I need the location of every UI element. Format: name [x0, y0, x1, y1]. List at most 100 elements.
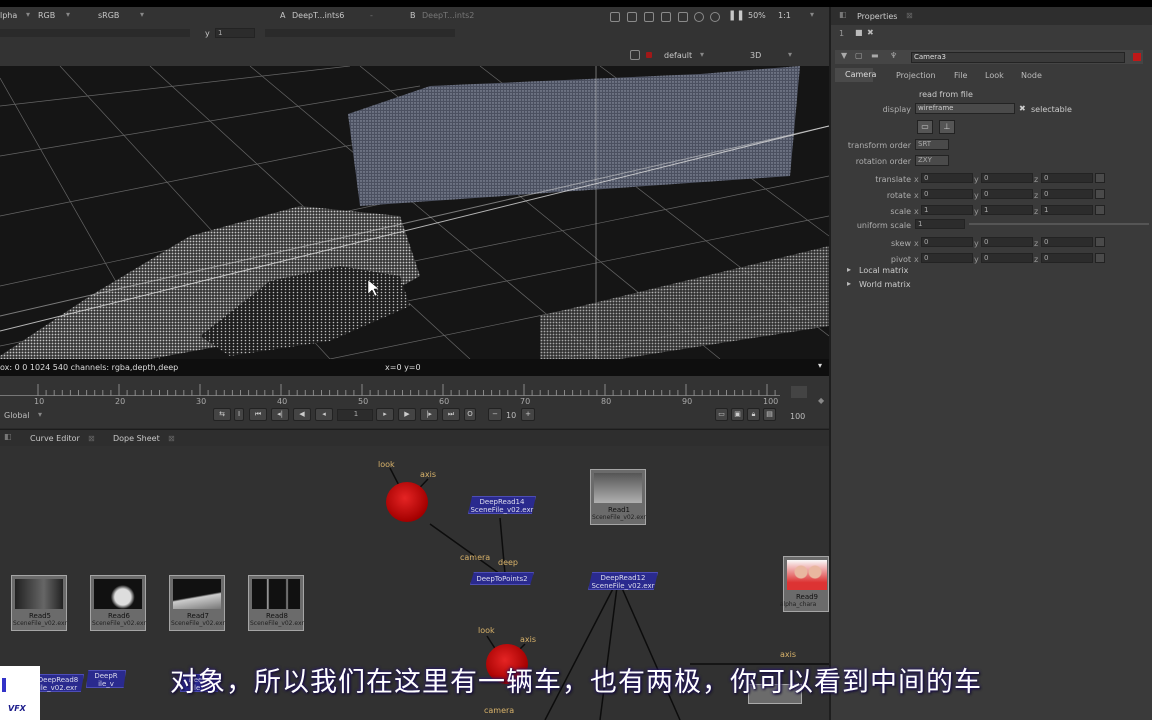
animation-menu-icon[interactable] [1095, 205, 1105, 215]
play-forward-button[interactable]: ▶ [398, 408, 416, 421]
list-icon[interactable] [678, 12, 688, 22]
camera-node[interactable] [386, 482, 428, 522]
tab-node[interactable]: Node [1021, 71, 1042, 80]
expand-icon[interactable]: ▸ [847, 279, 851, 288]
io-icon[interactable]: I [234, 408, 244, 421]
folder-icon[interactable]: ▭ [917, 120, 933, 134]
record-icon[interactable] [646, 52, 652, 58]
translate-x-field[interactable]: 0 [921, 173, 973, 183]
node-name-field[interactable]: Camera3 [911, 52, 1125, 63]
tab-look[interactable]: Look [985, 71, 1004, 80]
checkbox-icon[interactable]: ✖ [1019, 104, 1026, 113]
frame-field[interactable]: 1 [337, 409, 373, 421]
tab-curve-editor[interactable]: Curve Editor [30, 434, 80, 443]
skew-x-field[interactable]: 0 [921, 237, 973, 247]
close-icon[interactable]: ⊠ [168, 434, 175, 443]
timeline-end-field[interactable] [791, 386, 807, 398]
deep-read-14-node[interactable]: DeepRead14 SceneFile_v02.exr [468, 496, 536, 514]
scale-x-field[interactable]: 1 [921, 205, 973, 215]
read7-node[interactable]: Read7 SceneFile_v02.exr [169, 575, 225, 631]
read6-node[interactable]: Read6 SceneFile_v02.exr [90, 575, 146, 631]
world-matrix-group[interactable]: World matrix [859, 280, 911, 289]
scale-z-field[interactable]: 1 [1041, 205, 1093, 215]
y-value-field[interactable]: 1 [215, 28, 255, 38]
prev-key-button[interactable]: ◂| [271, 408, 289, 421]
scale-y-field[interactable]: 1 [981, 205, 1033, 215]
animation-menu-icon[interactable] [1095, 253, 1105, 263]
uniform-scale-slider[interactable] [969, 223, 1149, 225]
view-3d-select[interactable]: 3D [750, 51, 761, 60]
play-backward-button[interactable]: ◀ [293, 408, 311, 421]
expand-icon[interactable]: ▸ [847, 265, 851, 274]
timeline-ruler[interactable] [0, 384, 825, 396]
read9-node[interactable]: Read9 alpha_chara [780, 556, 829, 612]
rotate-x-field[interactable]: 0 [921, 189, 973, 199]
translate-y-field[interactable]: 0 [981, 173, 1033, 183]
tab-camera[interactable]: Camera [845, 70, 876, 79]
close-icon[interactable]: ⊠ [88, 434, 95, 443]
lock-icon[interactable]: 🔒︎ [747, 408, 760, 421]
pivot-z-field[interactable]: 0 [1041, 253, 1093, 263]
rotation-order-select[interactable]: ZXY [915, 155, 949, 166]
channel-rgb-select[interactable]: RGB [38, 11, 55, 20]
close-icon[interactable]: ⊠ [906, 11, 913, 20]
ratio-select[interactable]: 1:1 [778, 11, 791, 20]
next-key-button[interactable]: |▸ [420, 408, 438, 421]
step-back-button[interactable]: ◂ [315, 408, 333, 421]
collapse-icon[interactable]: ▼ [841, 51, 847, 60]
deep-read-12-node[interactable]: DeepRead12 SceneFile_v02.exr [588, 572, 658, 590]
skew-y-field[interactable]: 0 [981, 237, 1033, 247]
rotate-z-field[interactable]: 0 [1041, 189, 1093, 199]
compare-icon[interactable] [627, 12, 637, 22]
local-matrix-group[interactable]: Local matrix [859, 266, 908, 275]
uniform-scale-field[interactable]: 1 [915, 219, 965, 229]
animation-menu-icon[interactable] [1095, 189, 1105, 199]
animation-menu-icon[interactable] [1095, 173, 1105, 183]
display-select[interactable]: wireframe [915, 103, 1015, 114]
channel-alpha-select[interactable]: lpha [0, 11, 17, 20]
panel-menu-icon[interactable]: ◧ [4, 432, 12, 441]
input-a-select[interactable]: DeepT...ints6 [292, 11, 344, 20]
stripes-icon[interactable] [661, 12, 671, 22]
checker-icon[interactable] [644, 12, 654, 22]
lock-icon[interactable]: ■ [855, 28, 863, 37]
step-minus-button[interactable]: − [488, 408, 502, 421]
pause-icon[interactable]: ❚❚ [728, 10, 745, 21]
last-frame-button[interactable]: ⏭ [442, 408, 460, 421]
fps-icon[interactable]: ⇆ [213, 408, 231, 421]
translate-z-field[interactable]: 0 [1041, 173, 1093, 183]
read-from-file-checkbox[interactable]: read from file [919, 90, 973, 99]
input-b-select[interactable]: DeepT...ints2 [422, 11, 474, 20]
chevron-down-icon[interactable]: ▾ [818, 361, 822, 370]
read8-node[interactable]: Read8 SceneFile_v02.exr [248, 575, 304, 631]
loop-button[interactable]: O [464, 408, 476, 421]
first-frame-button[interactable]: ⏮ [249, 408, 267, 421]
node-color-swatch[interactable] [1133, 53, 1141, 61]
step-forward-button[interactable]: ▸ [376, 408, 394, 421]
deep-to-points-node[interactable]: DeepToPoints2 [470, 572, 534, 585]
refresh-icon[interactable] [694, 12, 704, 22]
pivot-x-field[interactable]: 0 [921, 253, 973, 263]
tab-dope-sheet[interactable]: Dope Sheet [113, 434, 160, 443]
float-icon[interactable]: ▢ [855, 51, 863, 60]
read1-node[interactable]: Read1 SceneFile_v02.exr [590, 469, 646, 525]
panel-menu-icon[interactable]: ◧ [839, 10, 847, 19]
view-mode-select[interactable]: default [664, 51, 692, 60]
read5-node[interactable]: Read5 SceneFile_v02.exr [11, 575, 67, 631]
max-panels-field[interactable]: 1 [839, 29, 844, 38]
transform-order-select[interactable]: SRT [915, 139, 949, 150]
tab-file[interactable]: File [954, 71, 967, 80]
gamma-slider[interactable] [265, 29, 455, 37]
colorspace-select[interactable]: sRGB [98, 11, 119, 20]
zoom-select[interactable]: 50% [748, 11, 766, 20]
scope-select[interactable]: Global [4, 411, 30, 420]
proxy-icon[interactable]: ▤ [763, 408, 776, 421]
render-icon[interactable]: ▣ [731, 408, 744, 421]
pivot-y-field[interactable]: 0 [981, 253, 1033, 263]
step-value[interactable]: 10 [506, 411, 516, 420]
gain-slider[interactable] [0, 29, 190, 37]
camera-lock-icon[interactable] [630, 50, 640, 60]
animation-menu-icon[interactable] [1095, 237, 1105, 247]
rotate-y-field[interactable]: 0 [981, 189, 1033, 199]
step-plus-button[interactable]: + [521, 408, 535, 421]
